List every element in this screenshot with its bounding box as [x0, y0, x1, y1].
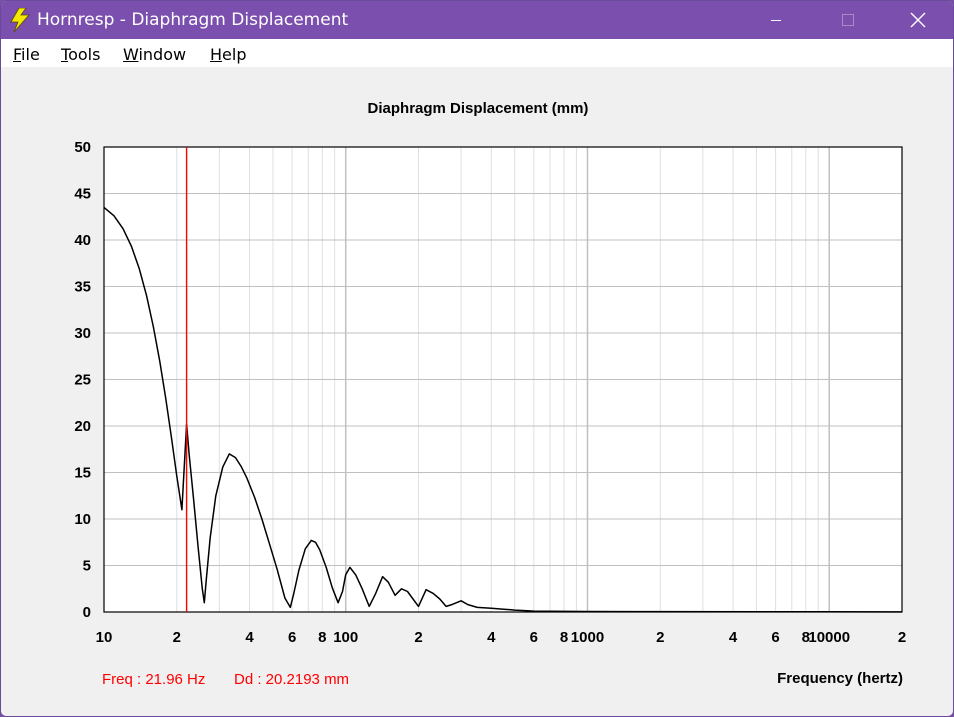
y-tick-label: 45 — [74, 186, 91, 203]
x-tick-label: 10000 — [808, 629, 850, 646]
lightning-bolt-icon — [10, 8, 30, 32]
minimize-icon — [771, 20, 781, 21]
y-tick-label: 50 — [74, 139, 91, 156]
close-icon — [910, 12, 926, 28]
x-tick-label: 2 — [898, 629, 906, 646]
y-tick-label: 30 — [74, 325, 91, 342]
x-tick-label: 8 — [318, 629, 326, 646]
window-title: Hornresp - Diaphragm Displacement — [37, 10, 349, 30]
x-axis-label: Frequency (hertz) — [777, 670, 903, 687]
x-tick-label: 6 — [771, 629, 779, 646]
x-tick-label: 100 — [333, 629, 358, 646]
y-tick-label: 25 — [74, 372, 91, 389]
displacement-chart[interactable]: 0510152025303540455010 2 4 6 8 100 2 4 6 8 1000 2 4 6… — [1, 67, 953, 716]
displacement-readout: Dd : 20.2193 mm — [234, 671, 350, 688]
x-tick-label: 6 — [530, 629, 538, 646]
close-button[interactable] — [895, 1, 941, 39]
y-tick-label: 10 — [74, 511, 91, 528]
minimize-button[interactable] — [753, 1, 799, 39]
x-tick-label: 1000 — [571, 629, 604, 646]
freq-readout: Freq : 21.96 Hz — [102, 671, 206, 688]
y-tick-label: 20 — [74, 418, 91, 435]
menu-help[interactable]: Help — [210, 45, 246, 64]
maximize-icon — [842, 14, 854, 26]
chart-area: Diaphragm Displacement (mm) 0 5 10 15 20 25 30… — [1, 67, 953, 716]
x-tick-label: 2 — [414, 629, 422, 646]
x-tick-label: 10 — [96, 629, 113, 646]
x-tick-label: 4 — [729, 629, 738, 646]
y-tick-label: 5 — [83, 558, 91, 575]
x-tick-label: 4 — [245, 629, 254, 646]
app-window: Hornresp - Diaphragm Displacement File T… — [0, 0, 954, 717]
y-tick-label: 35 — [74, 279, 91, 296]
maximize-button[interactable] — [825, 1, 871, 39]
x-tick-label: 2 — [656, 629, 664, 646]
y-tick-label: 15 — [74, 465, 91, 482]
x-tick-label: 8 — [560, 629, 568, 646]
x-tick-label: 2 — [173, 629, 181, 646]
x-tick-label: 4 — [487, 629, 496, 646]
menu-bar: File Tools Window Help — [1, 39, 953, 67]
y-tick-label: 40 — [74, 232, 91, 249]
title-bar[interactable]: Hornresp - Diaphragm Displacement — [1, 1, 953, 39]
x-tick-label: 6 — [288, 629, 296, 646]
menu-window[interactable]: Window — [123, 45, 186, 64]
menu-tools[interactable]: Tools — [61, 45, 100, 64]
y-tick-label: 0 — [83, 604, 91, 621]
menu-file[interactable]: File — [13, 45, 40, 64]
